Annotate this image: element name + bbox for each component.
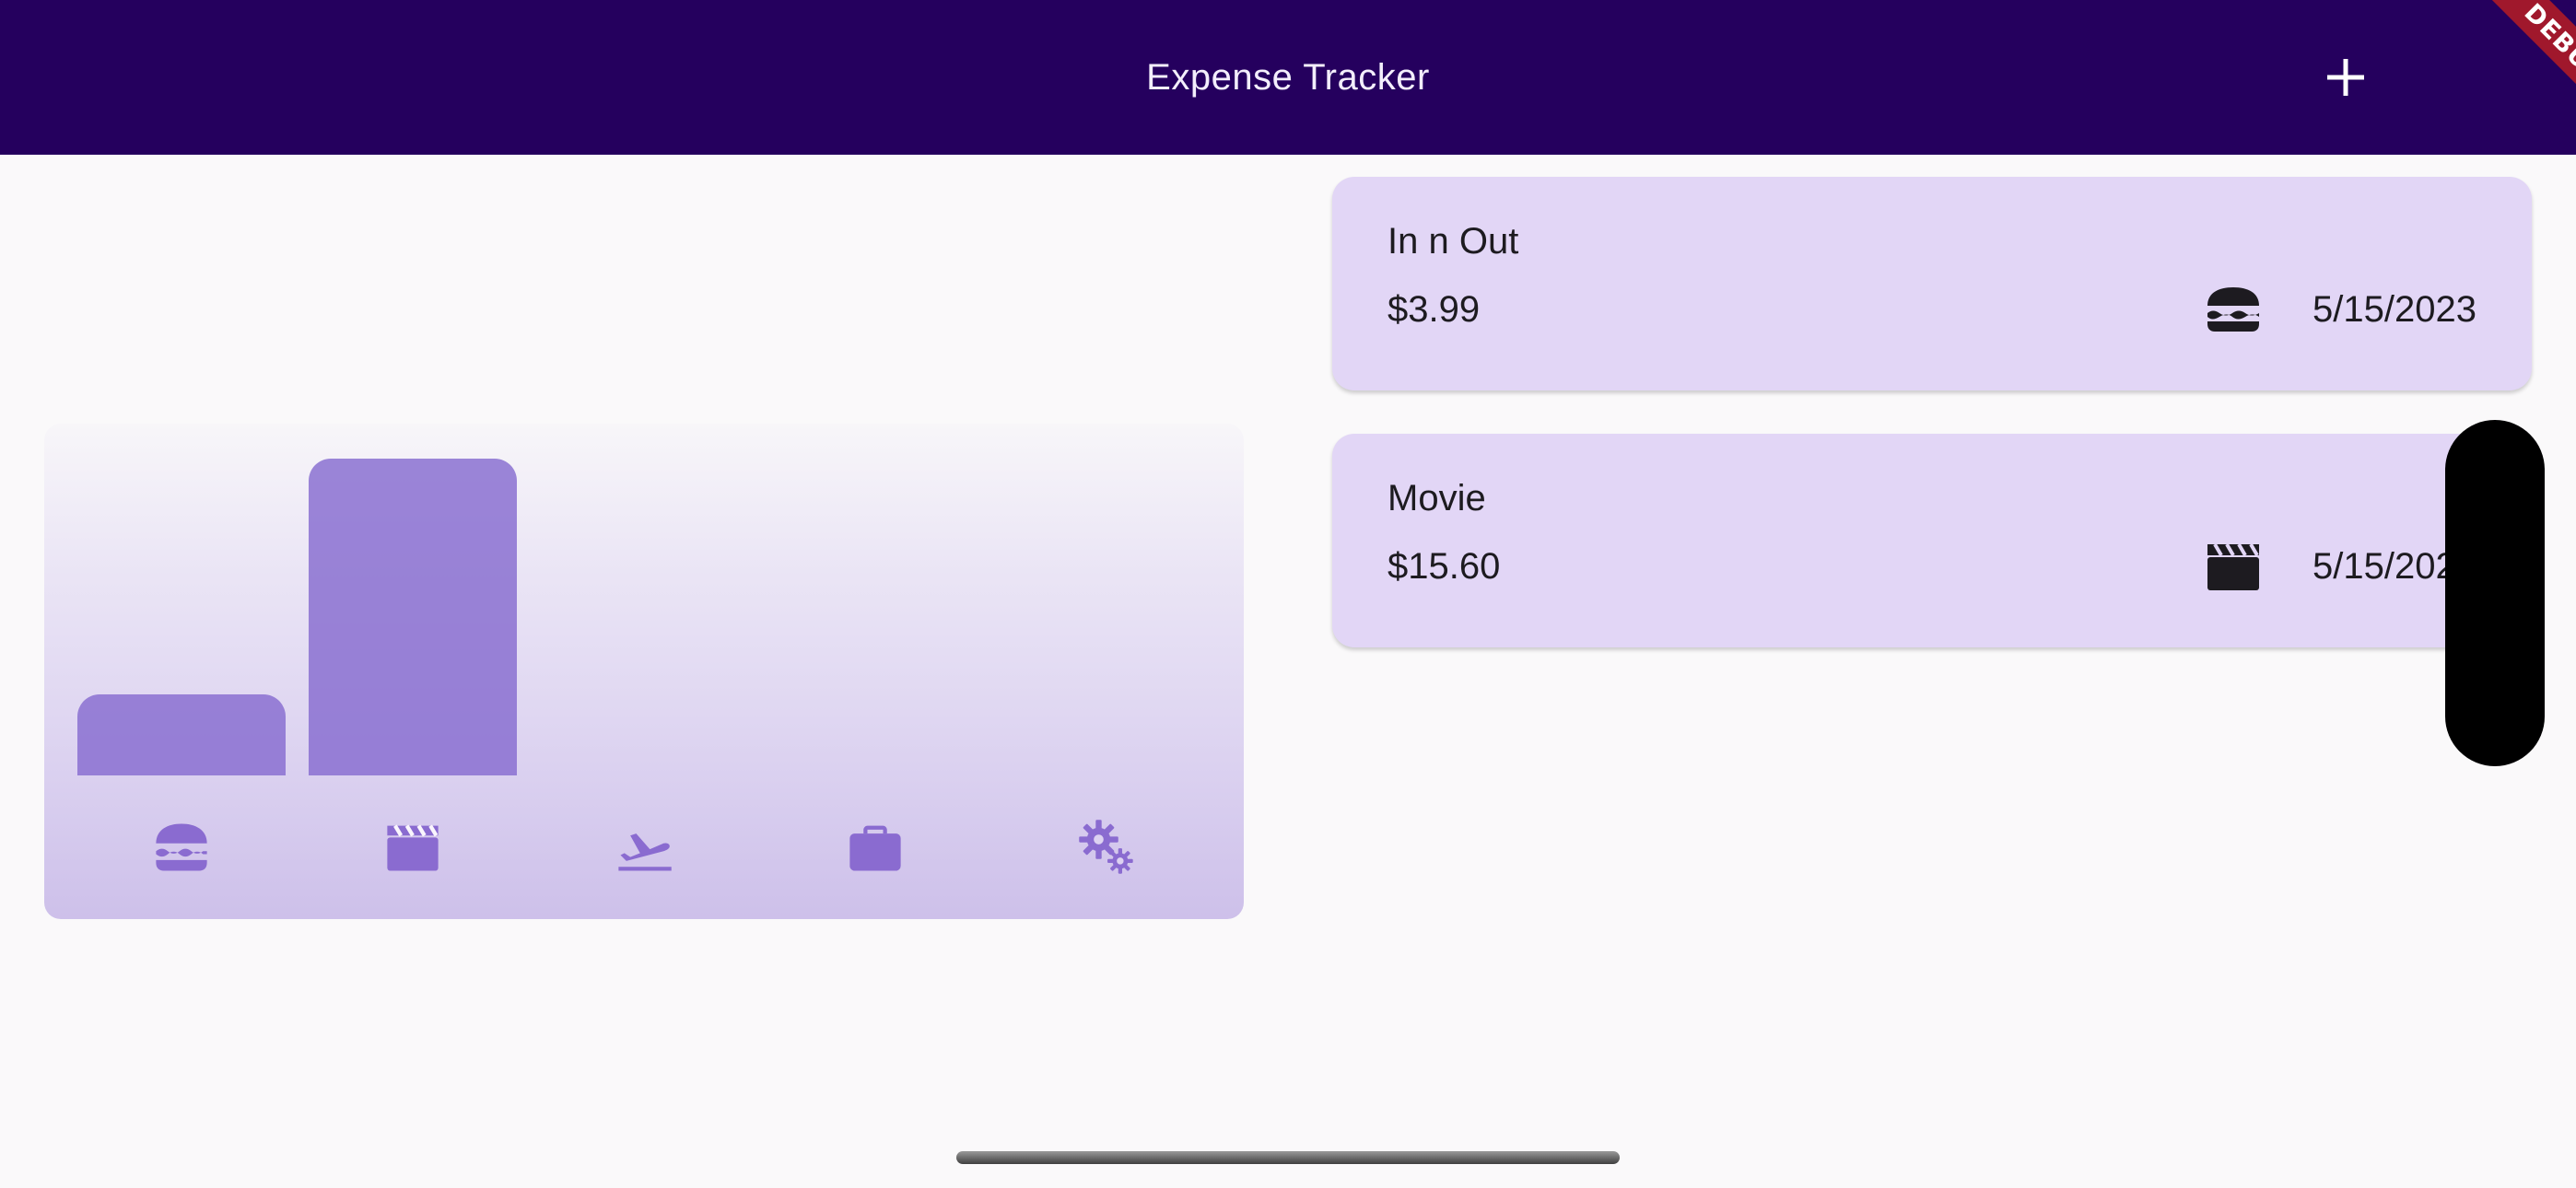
category-work (771, 810, 979, 884)
bar-leisure (309, 459, 517, 775)
bar-slot-leisure (309, 459, 517, 775)
bar-slot-work (771, 459, 979, 775)
category-leisure (309, 810, 517, 884)
bar-food (77, 694, 286, 775)
plus-icon (2327, 59, 2364, 96)
category-other (1002, 810, 1211, 884)
expense-item[interactable]: In n Out $3.99 5/15/2023 (1332, 177, 2532, 390)
category-travel (540, 810, 748, 884)
expense-amount: $3.99 (1388, 289, 1481, 330)
bar-slot-other (1002, 459, 1211, 775)
expense-chart (44, 424, 1244, 919)
expense-title: In n Out (1388, 221, 1519, 262)
flight-takeoff-icon (618, 833, 672, 871)
expense-title: Movie (1388, 478, 1486, 518)
bar-slot-travel (540, 459, 748, 775)
camera-cutout (2445, 420, 2545, 766)
home-indicator[interactable] (956, 1151, 1620, 1164)
bar-slot-food (77, 459, 286, 775)
add-expense-button[interactable] (2300, 33, 2392, 122)
clapperboard-icon (2204, 537, 2263, 596)
category-food (77, 810, 286, 884)
hamburger-icon (156, 823, 207, 871)
chart-bars-area (77, 459, 1211, 775)
chart-category-icons (77, 810, 1211, 884)
briefcase-icon (849, 825, 901, 871)
expense-date: 5/15/2023 (2313, 289, 2476, 330)
clapperboard-icon (387, 824, 439, 871)
expense-item[interactable]: Movie $15.60 5/15/2023 (1332, 434, 2532, 647)
hamburger-icon (2204, 280, 2263, 339)
expense-amount: $15.60 (1388, 546, 1501, 587)
gears-icon (1079, 820, 1133, 874)
app-title: Expense Tracker (1146, 56, 1430, 98)
